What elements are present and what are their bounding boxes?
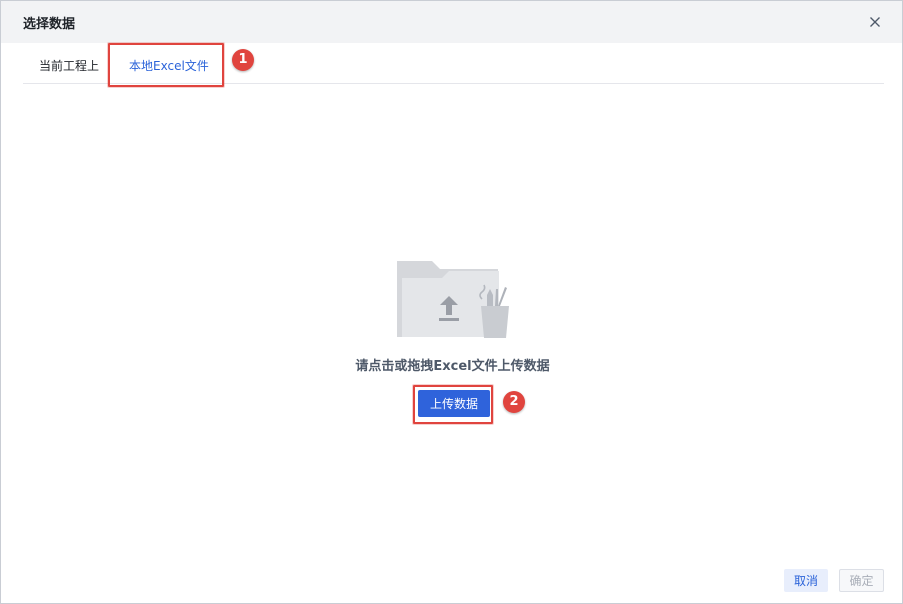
tab-current-project[interactable]: 当前工程上 xyxy=(39,57,99,74)
tab-highlight-box xyxy=(108,43,224,87)
cancel-button[interactable]: 取消 xyxy=(784,569,828,592)
upload-hint: 请点击或拖拽Excel文件上传数据 xyxy=(355,359,550,374)
confirm-button[interactable]: 确定 xyxy=(839,569,884,592)
annotation-badge-1: 1 xyxy=(232,49,254,71)
select-data-dialog: 选择数据 当前工程上 本地Excel文件 请点击或拖拽Excel文件上传数据 上… xyxy=(0,0,903,604)
dialog-title: 选择数据 xyxy=(23,17,76,32)
close-icon[interactable] xyxy=(867,14,883,30)
annotation-badge-2: 2 xyxy=(503,391,525,413)
folder-upload-icon xyxy=(394,259,514,339)
dialog-header: 选择数据 xyxy=(1,1,902,43)
upload-button-highlight-box xyxy=(413,385,493,424)
